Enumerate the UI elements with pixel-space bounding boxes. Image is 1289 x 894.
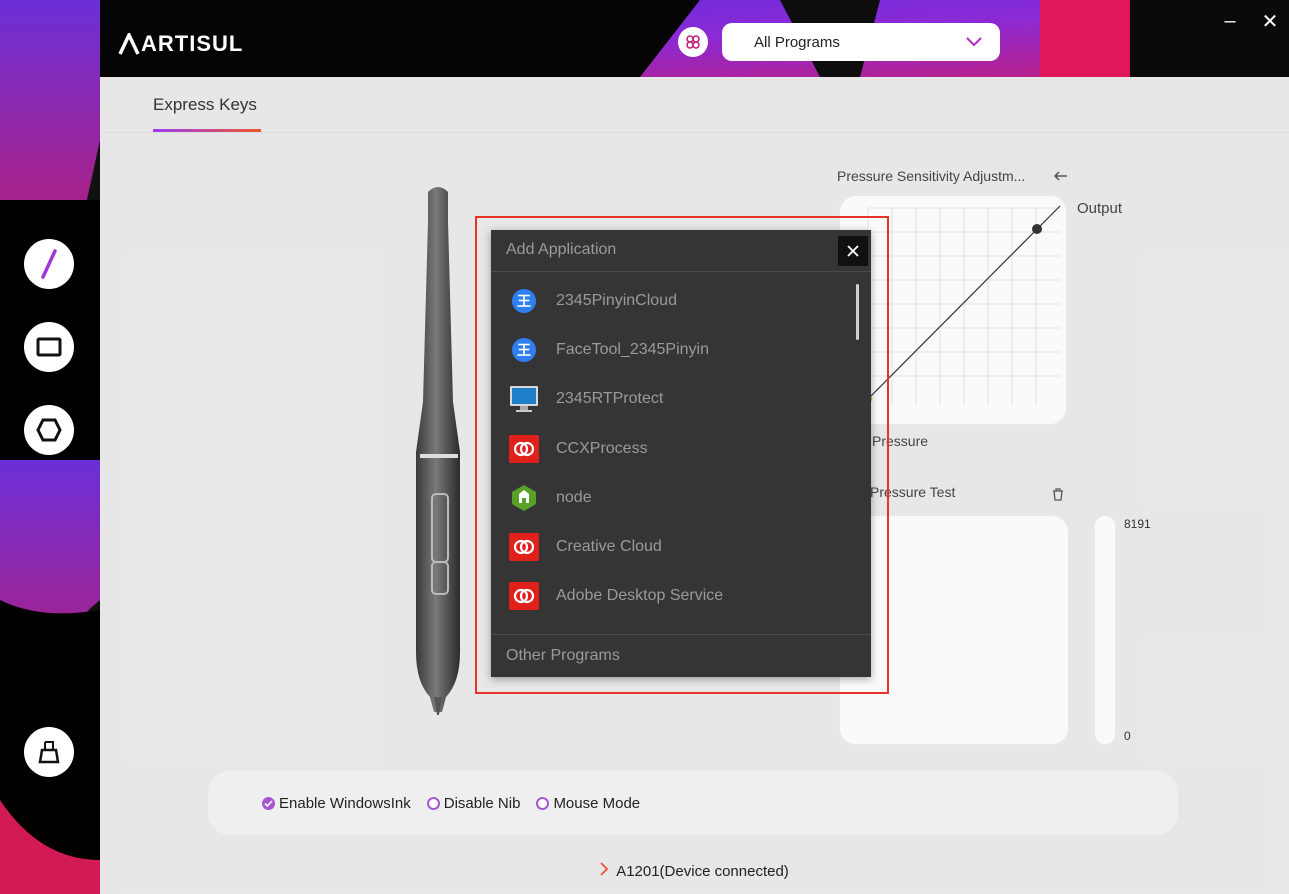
sidebar-pen-button[interactable] — [24, 239, 74, 289]
output-axis-label: Output — [1077, 200, 1123, 217]
window-controls: – ✕ — [1219, 10, 1281, 33]
monitor-icon — [509, 384, 539, 414]
device-status-bar[interactable]: A1201(Device connected) — [100, 848, 1289, 894]
list-item-app[interactable]: 王 FaceTool_2345Pinyin — [491, 325, 871, 374]
program-select-value: All Programs — [754, 33, 840, 51]
application-list: 王 2345PinyinCloud 王 FaceTool_2345Pinyin … — [491, 276, 871, 621]
minimize-button[interactable]: – — [1219, 10, 1241, 32]
add-application-popup: Add Application 王 2345PinyinCloud 王 Face… — [491, 230, 871, 677]
popup-divider — [491, 271, 871, 272]
list-item-app[interactable]: Creative Cloud — [491, 522, 871, 571]
list-item-app[interactable]: Adobe Desktop Service — [491, 572, 871, 621]
apps-icon — [686, 35, 700, 49]
device-status-text: A1201(Device connected) — [616, 862, 789, 880]
mode-options-bar: Enable WindowsInk Disable Nib Mouse Mode — [208, 771, 1178, 835]
mode-enable-windowsink[interactable]: Enable WindowsInk — [262, 795, 411, 812]
close-icon — [847, 245, 859, 257]
hexagon-icon — [36, 418, 62, 442]
program-select[interactable]: All Programs — [722, 23, 1000, 61]
list-item-app[interactable]: 王 2345PinyinCloud — [491, 276, 871, 325]
popup-title: Add Application — [506, 241, 617, 258]
chevron-down-icon — [966, 37, 982, 47]
app-name: Creative Cloud — [556, 538, 662, 556]
app-name: FaceTool_2345Pinyin — [556, 340, 709, 358]
artisul-logo: ARTISUL — [118, 26, 243, 62]
logo-a-icon — [118, 33, 140, 55]
app-name: 2345PinyinCloud — [556, 291, 677, 309]
mode-mouse-mode[interactable]: Mouse Mode — [536, 795, 640, 812]
radio-unchecked-icon — [536, 796, 550, 810]
list-item-app[interactable]: node — [491, 473, 871, 522]
mode-label: Disable Nib — [443, 794, 521, 812]
popup-close-button[interactable] — [838, 236, 868, 266]
list-item-app[interactable]: CCXProcess — [491, 424, 871, 473]
tab-divider — [100, 132, 1289, 133]
tab-express-keys[interactable]: Express Keys — [153, 95, 257, 115]
svg-text:王: 王 — [517, 343, 531, 359]
pen-illustration — [416, 187, 460, 715]
mode-disable-nib[interactable]: Disable Nib — [426, 794, 521, 812]
sidebar-display-button[interactable] — [24, 322, 74, 372]
app-name: CCXProcess — [556, 439, 648, 457]
bag-icon — [38, 741, 60, 764]
adobe-cc-icon — [509, 532, 539, 562]
pinyin-icon: 王 — [509, 335, 539, 365]
adobe-cc-icon — [509, 581, 539, 611]
undo-icon — [1054, 171, 1067, 181]
close-button[interactable]: ✕ — [1259, 10, 1281, 33]
trash-icon — [1053, 487, 1063, 501]
brand-text: ARTISUL — [141, 31, 244, 56]
mode-label: Enable WindowsInk — [279, 794, 411, 812]
adobe-cc-icon — [509, 434, 539, 464]
display-icon — [36, 337, 62, 357]
mode-label: Mouse Mode — [553, 794, 641, 812]
radio-unchecked-icon — [426, 796, 440, 810]
list-item-app[interactable]: 2345RTProtect — [491, 375, 871, 424]
chevron-right-icon — [600, 861, 609, 881]
app-name: Adobe Desktop Service — [556, 587, 724, 605]
pressure-sensitivity-title: Pressure Sensitivity Adjustm... — [837, 168, 1026, 184]
pressure-min-value: 0 — [1124, 729, 1131, 743]
other-programs-option[interactable]: Other Programs — [506, 647, 620, 665]
pressure-max-value: 8191 — [1124, 517, 1151, 531]
node-icon — [509, 483, 539, 513]
sidebar-store-button[interactable] — [24, 727, 74, 777]
app-window: ARTISUL All Programs – ✕ Express Keys Pr… — [0, 0, 1289, 894]
pen-icon — [41, 249, 57, 279]
pressure-test-clear-button[interactable] — [1046, 482, 1070, 506]
svg-text:王: 王 — [517, 294, 531, 310]
sidebar-express-keys-button[interactable] — [24, 405, 74, 455]
program-icon-button[interactable] — [678, 27, 708, 57]
pinyin-icon: 王 — [509, 286, 539, 316]
radio-checked-icon — [262, 796, 275, 810]
app-name: node — [556, 488, 592, 506]
app-name: 2345RTProtect — [556, 390, 664, 408]
pressure-reset-button[interactable] — [1049, 164, 1073, 188]
popup-scrollbar[interactable] — [856, 284, 859, 340]
pressure-level-bar — [1093, 514, 1117, 746]
popup-footer-divider — [491, 634, 871, 635]
